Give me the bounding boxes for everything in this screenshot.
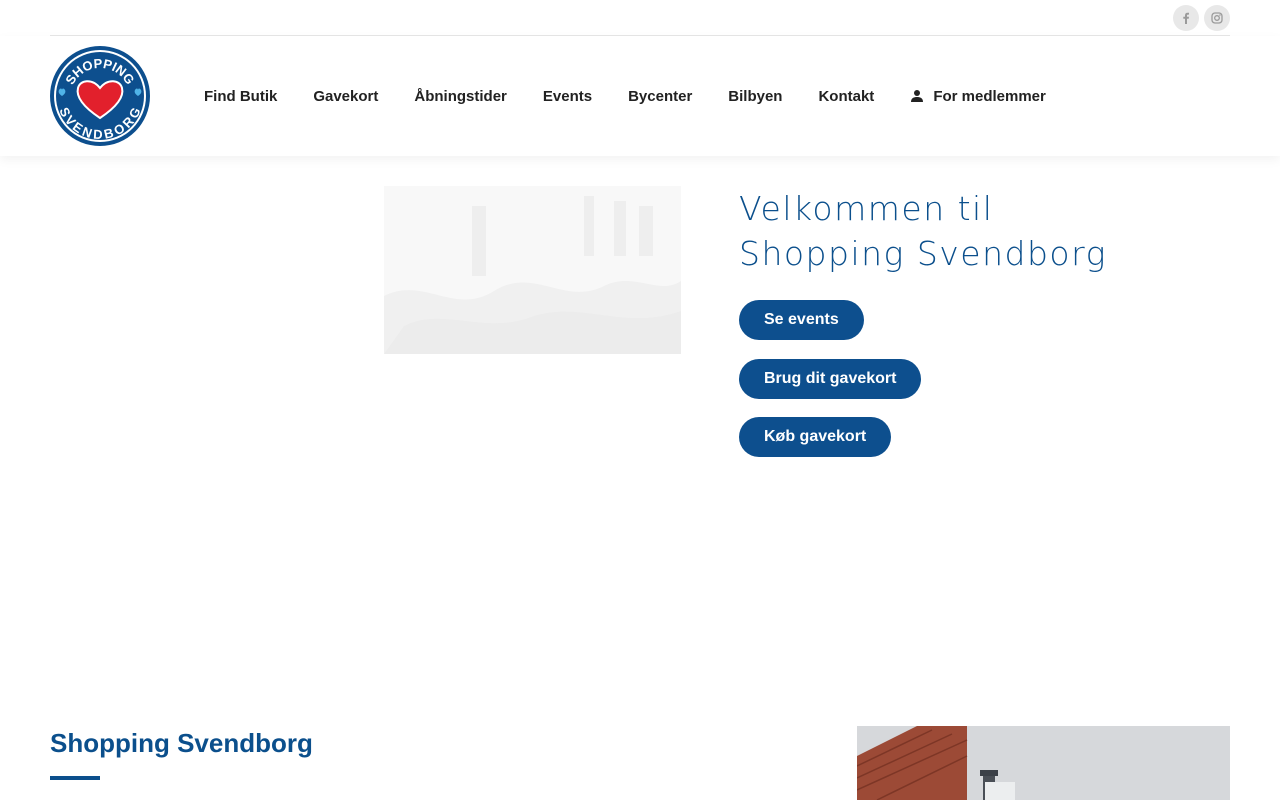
nav-gavekort[interactable]: Gavekort bbox=[313, 88, 378, 105]
nav-for-medlemmer-label: For medlemmer bbox=[933, 87, 1046, 105]
section-title: Shopping Svendborg bbox=[50, 728, 313, 758]
user-icon bbox=[910, 89, 924, 103]
section-underline bbox=[50, 776, 100, 780]
hero-title-line-1: Velkommen til bbox=[739, 189, 994, 228]
facebook-icon[interactable] bbox=[1173, 5, 1199, 31]
top-bar bbox=[50, 0, 1230, 36]
nav-find-butik[interactable]: Find Butik bbox=[204, 88, 277, 105]
se-events-button[interactable]: Se events bbox=[739, 300, 864, 340]
nav-abningstider[interactable]: Åbningstider bbox=[414, 88, 507, 105]
section-image bbox=[857, 726, 1230, 800]
brug-gavekort-button[interactable]: Brug dit gavekort bbox=[739, 359, 922, 399]
main-nav: Find Butik Gavekort Åbningstider Events … bbox=[204, 36, 1082, 156]
instagram-icon[interactable] bbox=[1204, 5, 1230, 31]
site-header: SHOPPING SVENDBORG Find Butik Gavekort Å… bbox=[0, 36, 1280, 156]
hero-image bbox=[384, 186, 681, 354]
kob-gavekort-button[interactable]: Køb gavekort bbox=[739, 417, 892, 457]
nav-bycenter[interactable]: Bycenter bbox=[628, 88, 692, 105]
hero-title-line-2: Shopping Svendborg bbox=[739, 234, 1107, 273]
nav-events[interactable]: Events bbox=[543, 88, 592, 105]
nav-bilbyen[interactable]: Bilbyen bbox=[728, 88, 782, 105]
hero-title: Velkommen til Shopping Svendborg bbox=[739, 186, 1199, 276]
site-logo[interactable]: SHOPPING SVENDBORG bbox=[50, 46, 150, 146]
nav-for-medlemmer[interactable]: For medlemmer bbox=[910, 88, 1046, 105]
nav-kontakt[interactable]: Kontakt bbox=[818, 88, 874, 105]
